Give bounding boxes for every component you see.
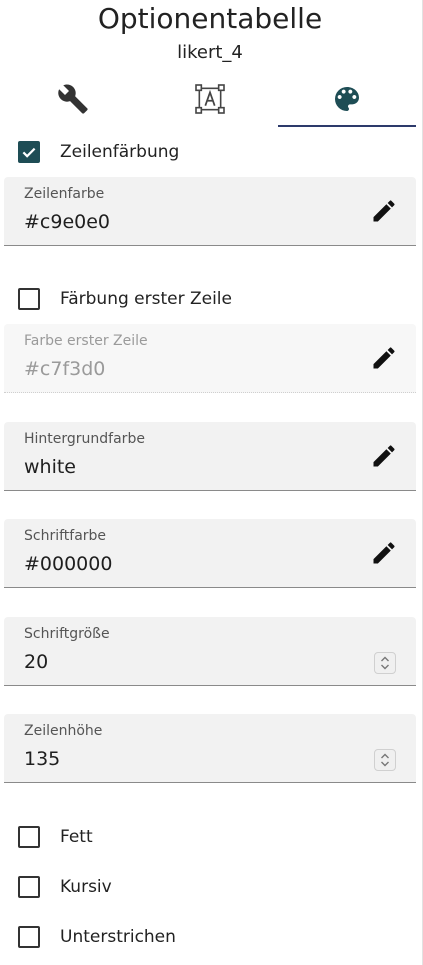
pencil-icon [373,542,395,564]
first-row-color-edit-button[interactable] [370,344,398,372]
font-size-stepper[interactable] [374,652,396,674]
italic-label: Kursiv [60,877,112,897]
underline-checkbox[interactable]: Unterstrichen [18,925,176,949]
row-color-edit-button[interactable] [370,197,398,225]
stepper-arrows-icon [381,753,389,767]
font-size-value[interactable]: 20 [24,651,48,673]
palette-icon [335,87,359,111]
pencil-icon [373,445,395,467]
pencil-icon [373,200,395,222]
checkbox-unchecked-icon[interactable] [18,288,40,310]
checkbox-unchecked-icon[interactable] [18,926,40,948]
tab-style[interactable] [278,72,416,126]
background-color-label: Hintergrundfarbe [24,431,145,447]
first-row-coloring-label: Färbung erster Zeile [60,289,232,309]
row-color-value[interactable]: #c9e0e0 [24,211,110,233]
page-title: Optionentabelle [97,2,323,35]
wrench-icon [58,84,88,114]
stepper-arrows-icon [381,656,389,670]
page-subtitle: likert_4 [177,42,243,63]
row-height-field[interactable]: Zeilenhöhe 135 [4,714,416,783]
first-row-color-label: Farbe erster Zeile [24,333,148,349]
font-color-edit-button[interactable] [370,539,398,567]
row-height-stepper[interactable] [374,749,396,771]
first-row-color-value: #c7f3d0 [24,358,106,380]
row-color-field[interactable]: Zeilenfarbe #c9e0e0 [4,177,416,246]
font-color-field[interactable]: Schriftfarbe #000000 [4,519,416,588]
row-height-value[interactable]: 135 [24,748,60,770]
first-row-coloring-checkbox[interactable]: Färbung erster Zeile [18,287,232,311]
tab-settings[interactable] [4,72,142,126]
tab-text[interactable] [141,72,279,126]
bold-label: Fett [60,827,93,847]
row-coloring-label: Zeilenfärbung [60,142,180,162]
row-height-label: Zeilenhöhe [24,723,103,739]
underline-label: Unterstrichen [60,927,176,947]
font-size-label: Schriftgröße [24,626,110,642]
checkbox-checked-icon[interactable] [18,141,40,163]
font-size-field[interactable]: Schriftgröße 20 [4,617,416,686]
row-coloring-checkbox[interactable]: Zeilenfärbung [18,140,179,164]
text-box-icon [195,84,225,114]
font-color-label: Schriftfarbe [24,528,107,544]
first-row-color-field: Farbe erster Zeile #c7f3d0 [4,324,416,393]
tab-bar [0,72,420,128]
checkbox-unchecked-icon[interactable] [18,876,40,898]
background-color-value[interactable]: white [24,456,76,478]
active-tab-indicator [278,125,416,127]
row-color-label: Zeilenfarbe [24,186,105,202]
checkbox-unchecked-icon[interactable] [18,826,40,848]
bold-checkbox[interactable]: Fett [18,825,93,849]
font-color-value[interactable]: #000000 [24,553,112,575]
pencil-icon [373,347,395,369]
background-color-edit-button[interactable] [370,442,398,470]
italic-checkbox[interactable]: Kursiv [18,875,112,899]
background-color-field[interactable]: Hintergrundfarbe white [4,422,416,491]
